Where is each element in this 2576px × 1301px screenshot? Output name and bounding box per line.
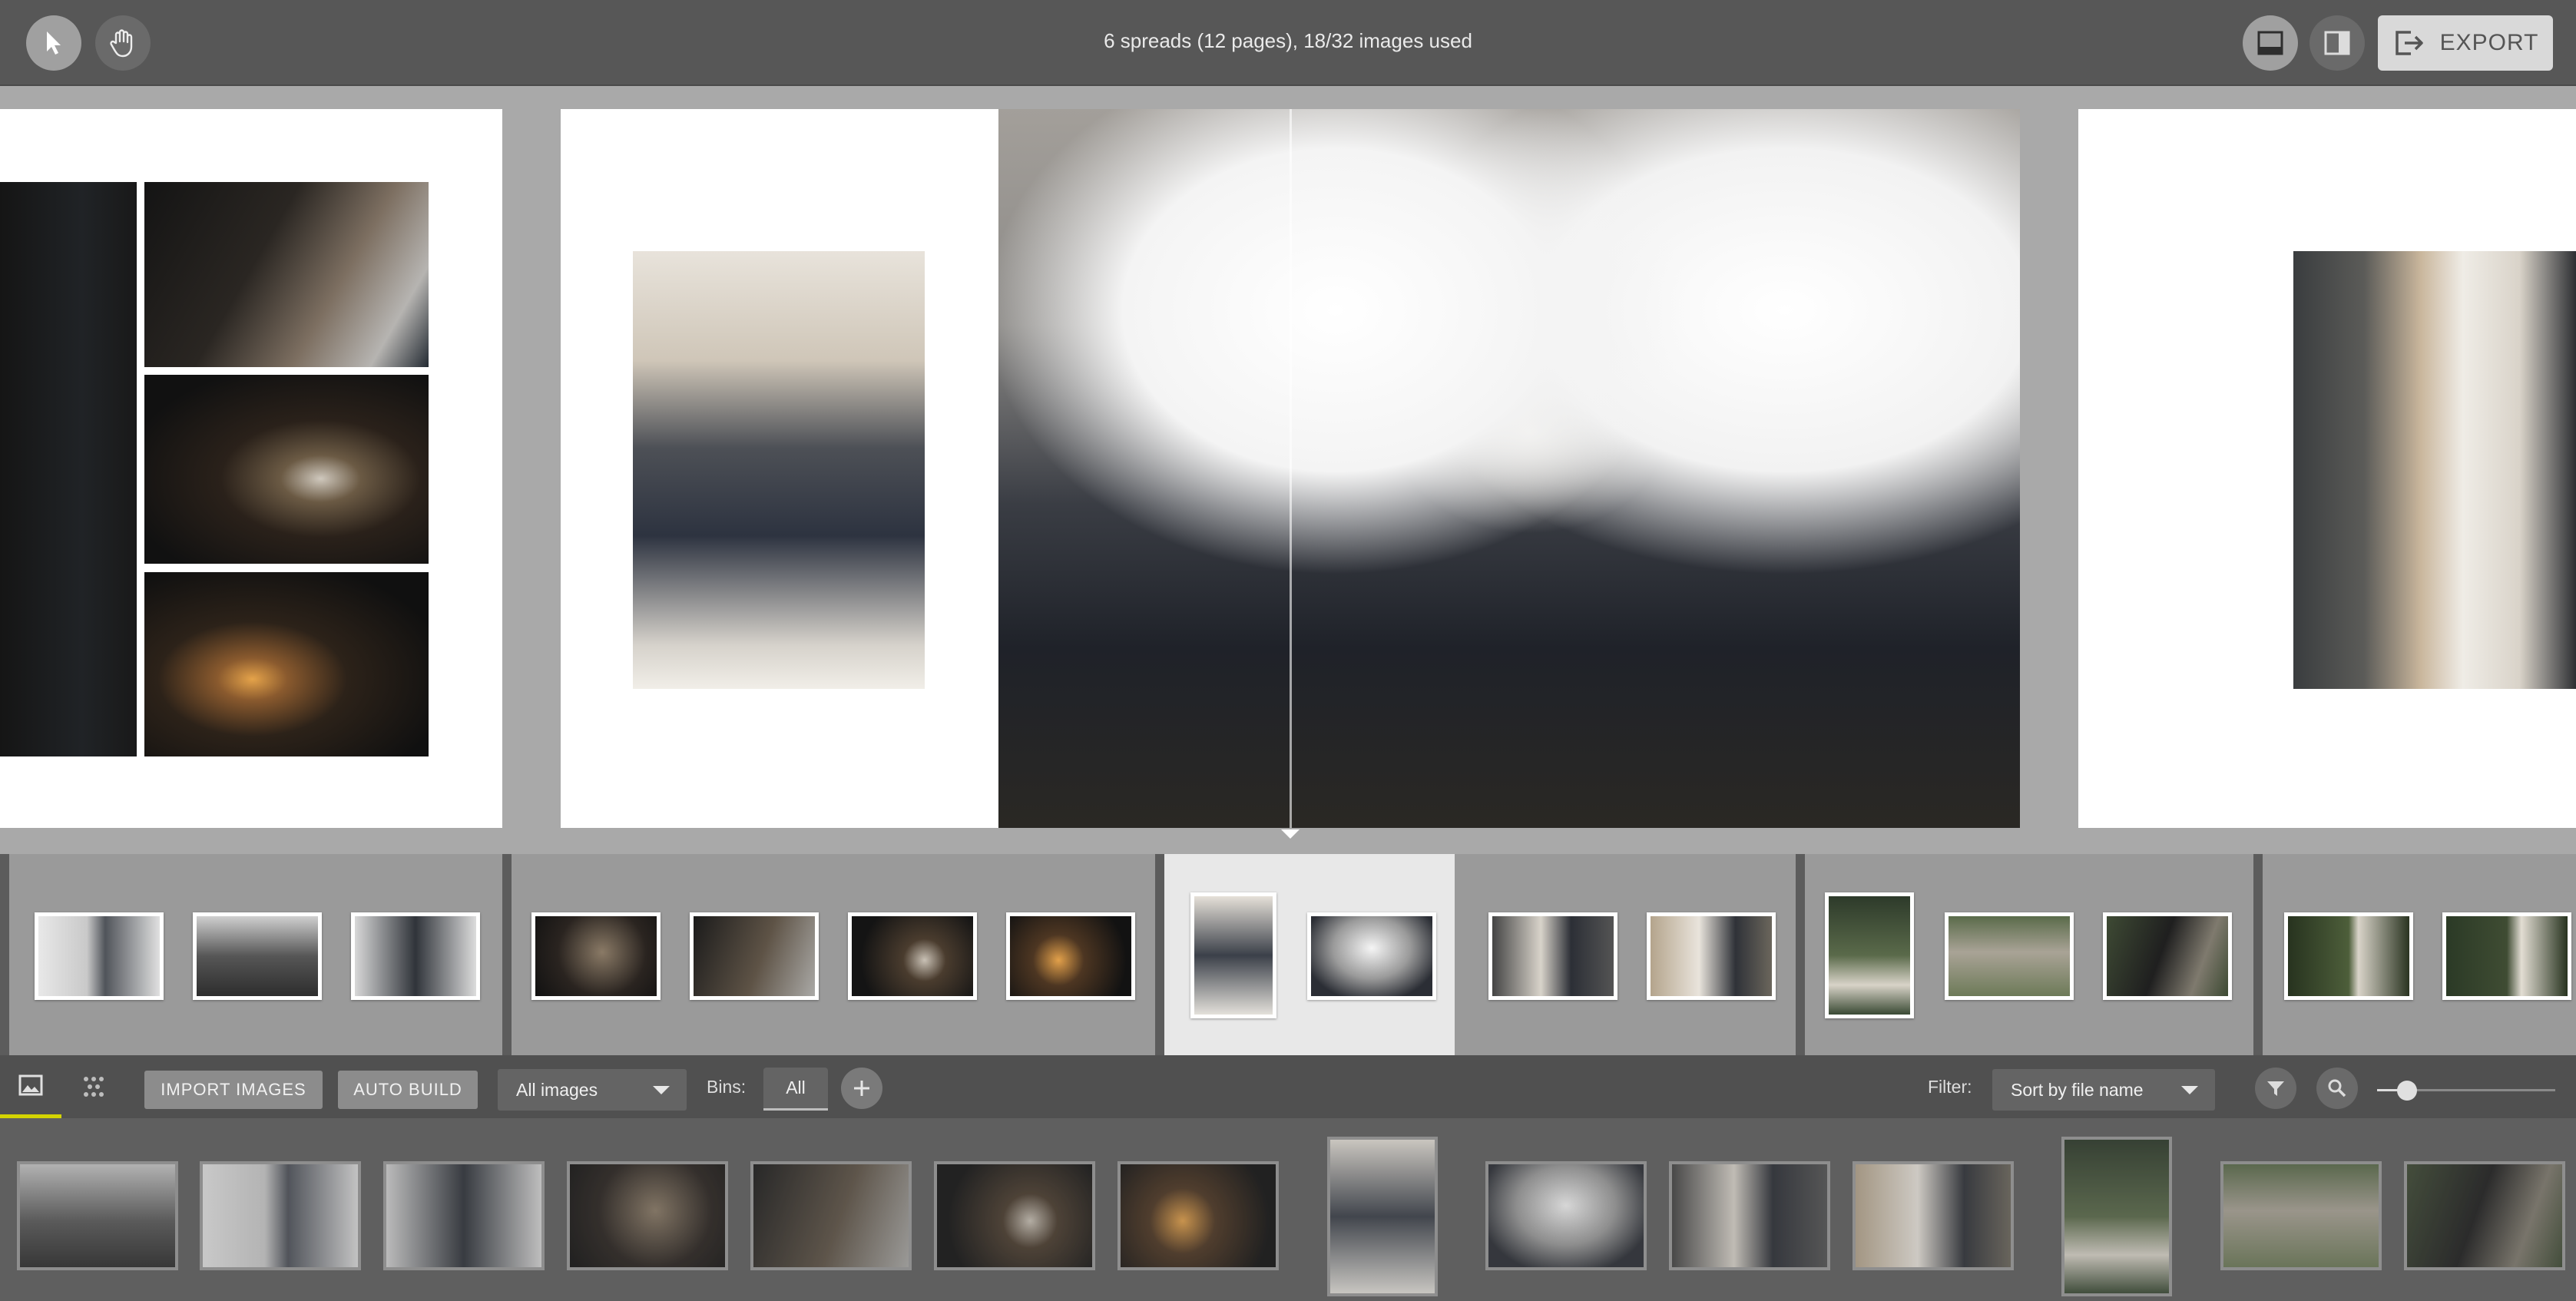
library-thumb[interactable] (567, 1161, 728, 1270)
auto-build-button[interactable]: AUTO BUILD (338, 1071, 478, 1109)
images-tab[interactable] (0, 1055, 61, 1118)
chevron-down-icon (653, 1086, 670, 1094)
filmstrip-divider (502, 854, 512, 1055)
library-thumb[interactable] (200, 1161, 361, 1270)
filmstrip-thumb[interactable] (2103, 912, 2232, 1000)
spread-photo[interactable] (0, 182, 137, 756)
filmstrip-spread-1[interactable] (9, 854, 502, 1055)
thumbnail-size-slider[interactable] (2377, 1081, 2555, 1101)
library-thumb[interactable] (1327, 1137, 1438, 1296)
filmstrip-divider (2253, 854, 2263, 1055)
library-thumb[interactable] (1853, 1161, 2014, 1270)
spread-photo[interactable] (2293, 251, 2576, 689)
single-layout-icon (2257, 31, 2283, 55)
plus-icon (854, 1081, 869, 1096)
filmstrip-thumb[interactable] (2284, 912, 2413, 1000)
image-icon (18, 1074, 43, 1095)
spread-canvas[interactable] (0, 86, 2576, 854)
library-thumb[interactable] (934, 1161, 1095, 1270)
filmstrip-thumb[interactable] (35, 912, 164, 1000)
filmstrip-thumb[interactable] (1006, 912, 1135, 1000)
filmstrip-thumb[interactable] (1945, 912, 2074, 1000)
spread-photo[interactable] (144, 572, 429, 756)
spread-photo[interactable] (144, 182, 429, 367)
bins-label: Bins: (707, 1077, 747, 1097)
search-button[interactable] (2316, 1068, 2358, 1109)
funnel-icon (2267, 1081, 2284, 1096)
slider-handle[interactable] (2397, 1081, 2417, 1101)
library-thumb[interactable] (383, 1161, 545, 1270)
export-icon (2395, 31, 2423, 55)
split-view-button[interactable] (2309, 15, 2365, 71)
spread-photo[interactable] (144, 375, 429, 564)
split-layout-icon (2324, 31, 2350, 55)
spine-marker-icon (1281, 829, 1300, 839)
export-label: EXPORT (2439, 30, 2539, 55)
filmstrip-thumb[interactable] (2442, 912, 2571, 1000)
filmstrip-spread-2[interactable] (512, 854, 1155, 1055)
library-toolbar: IMPORT IMAGES AUTO BUILD All images Bins… (0, 1055, 2576, 1118)
import-images-button[interactable]: IMPORT IMAGES (144, 1071, 323, 1109)
images-filter-value: All images (516, 1079, 598, 1100)
search-icon (2328, 1079, 2346, 1097)
filmstrip-thumb[interactable] (1190, 892, 1276, 1018)
filmstrip-thumb[interactable] (690, 912, 819, 1000)
single-view-button[interactable] (2243, 15, 2298, 71)
filter-button[interactable] (2255, 1068, 2296, 1109)
library-thumb[interactable] (17, 1161, 178, 1270)
library-thumb[interactable] (2061, 1137, 2172, 1296)
export-button[interactable]: EXPORT (2378, 15, 2553, 71)
top-toolbar: 6 spreads (12 pages), 18/32 images used … (0, 0, 2576, 86)
filmstrip-thumb[interactable] (1307, 912, 1436, 1000)
images-filter-select[interactable]: All images (498, 1069, 687, 1111)
chevron-down-icon (2181, 1086, 2198, 1094)
filmstrip-thumb[interactable] (1647, 912, 1776, 1000)
library-thumb[interactable] (1485, 1161, 1647, 1270)
library-thumb[interactable] (2220, 1161, 2382, 1270)
sort-select[interactable]: Sort by file name (1992, 1069, 2215, 1111)
filmstrip-spread-3-selected[interactable] (1164, 854, 1455, 1055)
spread-photo[interactable] (998, 109, 2020, 828)
filmstrip-thumb[interactable] (531, 912, 661, 1000)
library-thumb[interactable] (1117, 1161, 1279, 1270)
filmstrip-divider (0, 854, 9, 1055)
bin-all-tab[interactable]: All (763, 1068, 828, 1111)
spread-photo[interactable] (633, 251, 925, 689)
library-thumb[interactable] (2404, 1161, 2565, 1270)
spread-left-page[interactable] (0, 109, 502, 828)
filmstrip-spread-5[interactable] (1805, 854, 2253, 1055)
layouts-tab[interactable] (63, 1055, 124, 1118)
filmstrip-thumb[interactable] (848, 912, 977, 1000)
filmstrip-thumb[interactable] (351, 912, 480, 1000)
project-status-text: 6 spreads (12 pages), 18/32 images used (1104, 29, 1472, 52)
spread-spine-line (1290, 109, 1292, 828)
add-bin-button[interactable] (841, 1068, 882, 1109)
filmstrip-thumb[interactable] (193, 912, 322, 1000)
filmstrip-spread-4[interactable] (1464, 854, 1796, 1055)
filmstrip-spread-6[interactable] (2263, 854, 2576, 1055)
library-thumb[interactable] (750, 1161, 912, 1270)
filmstrip-thumb[interactable] (1488, 912, 1617, 1000)
filmstrip-divider (1796, 854, 1805, 1055)
filmstrip-thumb[interactable] (1825, 892, 1914, 1018)
spread-right-page[interactable] (2078, 109, 2576, 828)
filter-label: Filter: (1928, 1077, 1972, 1097)
filmstrip-divider (1455, 854, 1464, 1055)
image-library[interactable] (0, 1118, 2576, 1301)
library-thumb[interactable] (1669, 1161, 1830, 1270)
sort-select-value: Sort by file name (2011, 1079, 2144, 1100)
filmstrip-divider (1155, 854, 1164, 1055)
spread-filmstrip[interactable] (0, 854, 2576, 1055)
dots-grid-icon (84, 1077, 104, 1097)
